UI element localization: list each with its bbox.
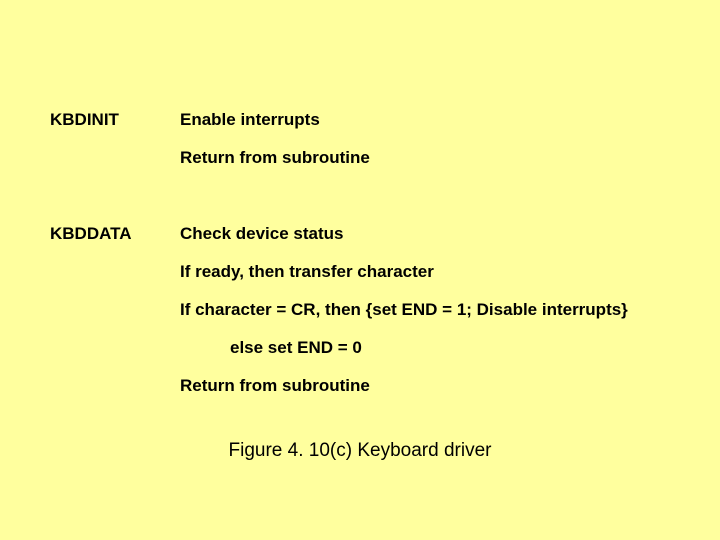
pseudocode-block: KBDINIT Enable interrupts Return from su… [50,110,690,432]
figure-caption: Figure 4. 10(c) Keyboard driver [0,440,720,462]
code-line: If ready, then transfer character [180,262,690,282]
code-line: Enable interrupts [180,110,690,130]
code-line: Return from subroutine [180,376,690,396]
code-line: else set END = 0 [180,338,690,358]
routine-label: KBDDATA [50,224,180,414]
spacer [50,204,690,224]
code-line: Return from subroutine [180,148,690,168]
routine-kbdinit: KBDINIT Enable interrupts Return from su… [50,110,690,186]
routine-body: Enable interrupts Return from subroutine [180,110,690,186]
code-line: Check device status [180,224,690,244]
routine-body: Check device status If ready, then trans… [180,224,690,414]
routine-label: KBDINIT [50,110,180,186]
routine-kbddata: KBDDATA Check device status If ready, th… [50,224,690,414]
code-line: If character = CR, then {set END = 1; Di… [180,300,690,320]
